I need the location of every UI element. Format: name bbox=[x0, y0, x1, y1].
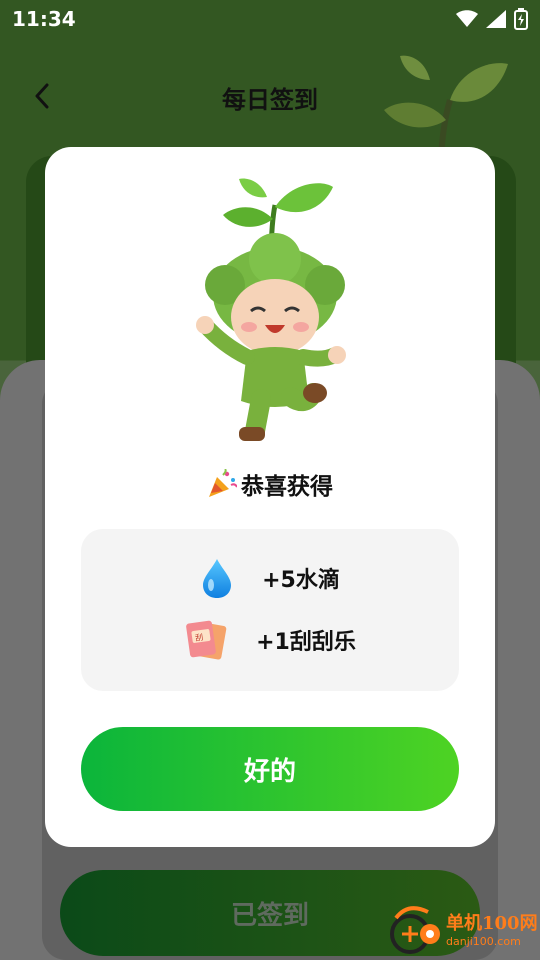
status-time: 11:34 bbox=[12, 7, 76, 31]
watermark-logo-icon bbox=[390, 906, 440, 954]
party-popper-icon bbox=[209, 469, 237, 497]
svg-text:刮: 刮 bbox=[195, 632, 204, 643]
battery-charging-icon bbox=[514, 8, 528, 30]
wifi-icon bbox=[456, 10, 478, 27]
page-title: 每日签到 bbox=[222, 86, 318, 114]
status-bar: 11:34 bbox=[0, 0, 540, 38]
congrats-text: 恭喜获得 bbox=[241, 474, 333, 500]
watermark: 单机100网 danji100.com bbox=[388, 898, 538, 958]
watermark-cn: 单机100网 bbox=[446, 912, 538, 934]
sprout-mascot-icon bbox=[196, 178, 346, 441]
watermark-en: danji100.com bbox=[446, 934, 521, 948]
reward-dialog: 恭喜获得 +5水滴 刮 +1刮刮乐 好的 bbox=[45, 147, 495, 847]
reward-text: +1刮刮乐 bbox=[256, 630, 356, 655]
signal-icon bbox=[486, 10, 506, 28]
status-icons bbox=[456, 8, 528, 30]
reward-item: +5水滴 bbox=[81, 553, 459, 603]
reward-item: 刮 +1刮刮乐 bbox=[81, 615, 459, 665]
reward-list: +5水滴 刮 +1刮刮乐 bbox=[81, 529, 459, 691]
reward-text: +5水滴 bbox=[262, 568, 340, 593]
watermark-text: 单机100网 danji100.com bbox=[446, 909, 538, 948]
ok-button[interactable]: 好的 bbox=[81, 727, 459, 811]
scratch-card-icon: 刮 bbox=[186, 620, 227, 660]
congrats-heading: 恭喜获得 bbox=[45, 467, 495, 501]
water-drop-icon bbox=[203, 559, 232, 598]
nav-bar: 每日签到 bbox=[0, 66, 540, 126]
